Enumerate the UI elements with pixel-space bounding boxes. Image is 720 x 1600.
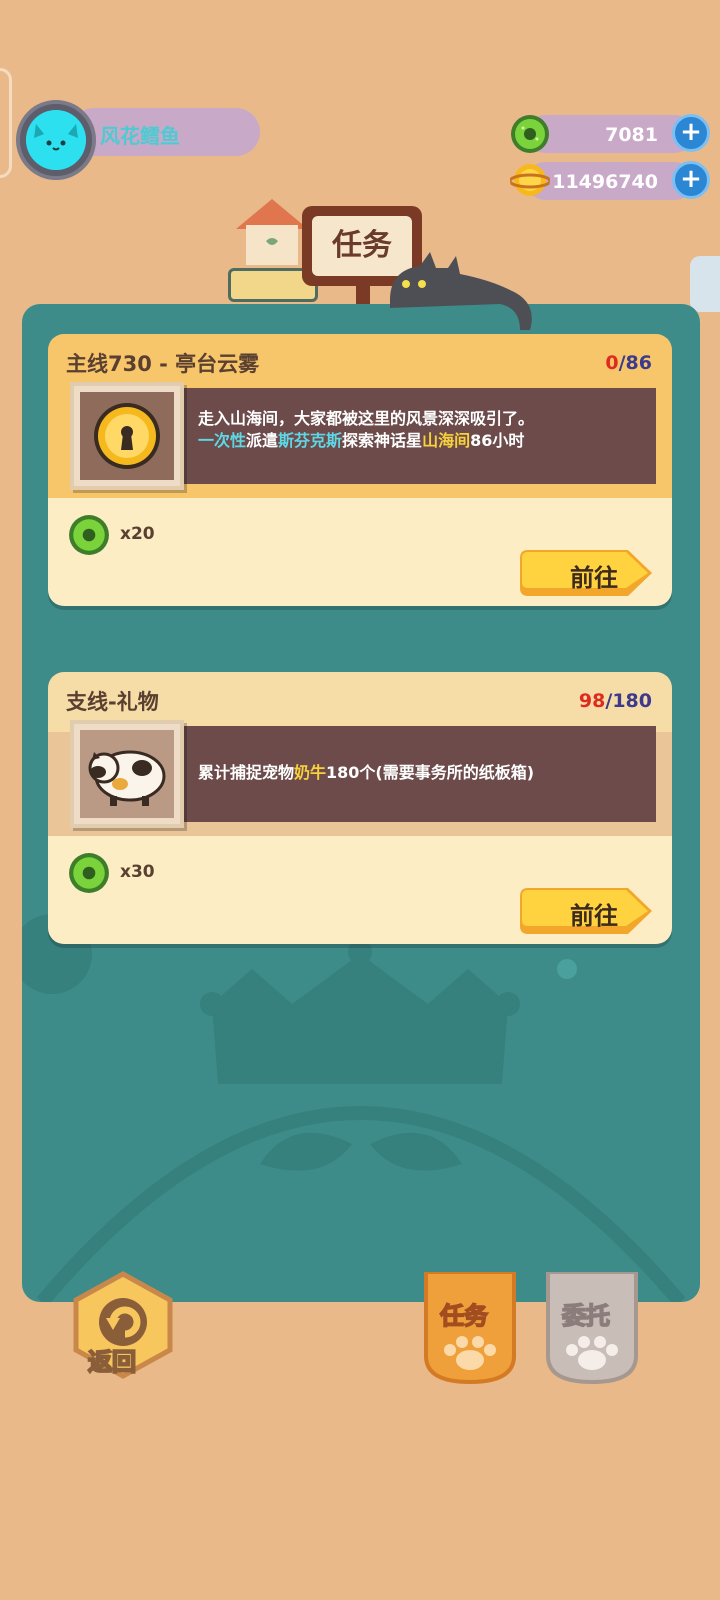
progress-total: 180 xyxy=(612,690,652,712)
house-icon xyxy=(236,199,308,265)
cow-pet-icon xyxy=(88,750,166,806)
quest-thumb-frame xyxy=(70,720,184,828)
quest-description: 走入山海间，大家都被这里的风景深深吸引了。 一次性派遣斯芬克斯探索神话星山海间8… xyxy=(198,408,648,452)
go-button-label: 前往 xyxy=(570,902,618,930)
add-gold-button[interactable]: + xyxy=(672,161,710,199)
desc-text-send: 派遣 xyxy=(246,431,279,450)
left-edge-frame xyxy=(0,68,12,178)
green-donut-coin-icon xyxy=(69,853,109,893)
progress-current: 98 xyxy=(578,690,606,712)
player-name: 风花鳕鱼 xyxy=(100,124,180,148)
desc-line-2: 一次性派遣斯芬克斯探索神话星山海间86小时 xyxy=(198,430,648,452)
quest-card-main: 主线730 - 亭台云雾 0/86 走入山海间，大家都被这里的风景深深吸引了。 … xyxy=(48,334,672,606)
go-button-label: 前往 xyxy=(570,564,618,592)
desc-highlight-cow: 奶牛 xyxy=(294,763,327,782)
quest-desc-row: 走入山海间，大家都被这里的风景深深吸引了。 一次性派遣斯芬克斯探索神话星山海间8… xyxy=(48,382,672,498)
reward-quantity: x20 xyxy=(120,524,155,544)
progress-total: 86 xyxy=(625,352,652,374)
currency-value-donut: 7081 xyxy=(605,124,658,146)
progress-slash: / xyxy=(618,352,626,374)
back-button-label: 返回 xyxy=(87,1347,137,1377)
desc-highlight-pet: 斯芬克斯 xyxy=(278,431,343,450)
quest-progress: 0/86 xyxy=(605,352,652,374)
desc-text-catch: 累计捕捉宠物 xyxy=(198,763,295,782)
quest-thumb-frame xyxy=(70,382,184,490)
quest-reward-area: x30 前往 xyxy=(48,836,672,944)
tab-tasks-label: 任务 xyxy=(439,1301,489,1331)
desc-text-hours: 86小时 xyxy=(470,431,525,450)
avatar-cat-icon[interactable] xyxy=(26,110,86,170)
sign-post xyxy=(356,286,370,306)
golden-keyhole-medal-icon xyxy=(94,403,160,469)
quest-desc-row: 累计捕捉宠物奶牛180个(需要事务所的纸板箱) xyxy=(48,720,672,836)
quest-card-side: 支线-礼物 98/180 累计捕捉宠物奶牛180个(需要事务所的纸板箱) x30 xyxy=(48,672,672,944)
add-donut-button[interactable]: + xyxy=(672,114,710,152)
desc-highlight-once: 一次性 xyxy=(198,431,247,450)
black-cat-icon xyxy=(390,252,532,330)
quest-reward-area: x20 前往 xyxy=(48,498,672,606)
quest-title: 主线730 - 亭台云雾 xyxy=(66,352,260,376)
quest-title: 支线-礼物 xyxy=(66,690,159,714)
reward-quantity: x30 xyxy=(120,862,155,882)
quest-description: 累计捕捉宠物奶牛180个(需要事务所的纸板箱) xyxy=(198,762,648,784)
green-donut-coin-icon xyxy=(69,515,109,555)
desc-text-count: 180个(需要事务所的纸板箱) xyxy=(326,763,535,782)
tab-entrust-label: 委托 xyxy=(561,1301,611,1331)
desc-highlight-planet: 山海间 xyxy=(422,431,471,450)
desc-text-explore: 探索神话星 xyxy=(342,431,423,450)
currency-value-gold: 11496740 xyxy=(552,171,658,193)
quest-progress: 98/180 xyxy=(579,690,652,712)
desc-line-1: 走入山海间，大家都被这里的风景深深吸引了。 xyxy=(198,409,535,428)
progress-current: 0 xyxy=(605,352,619,374)
